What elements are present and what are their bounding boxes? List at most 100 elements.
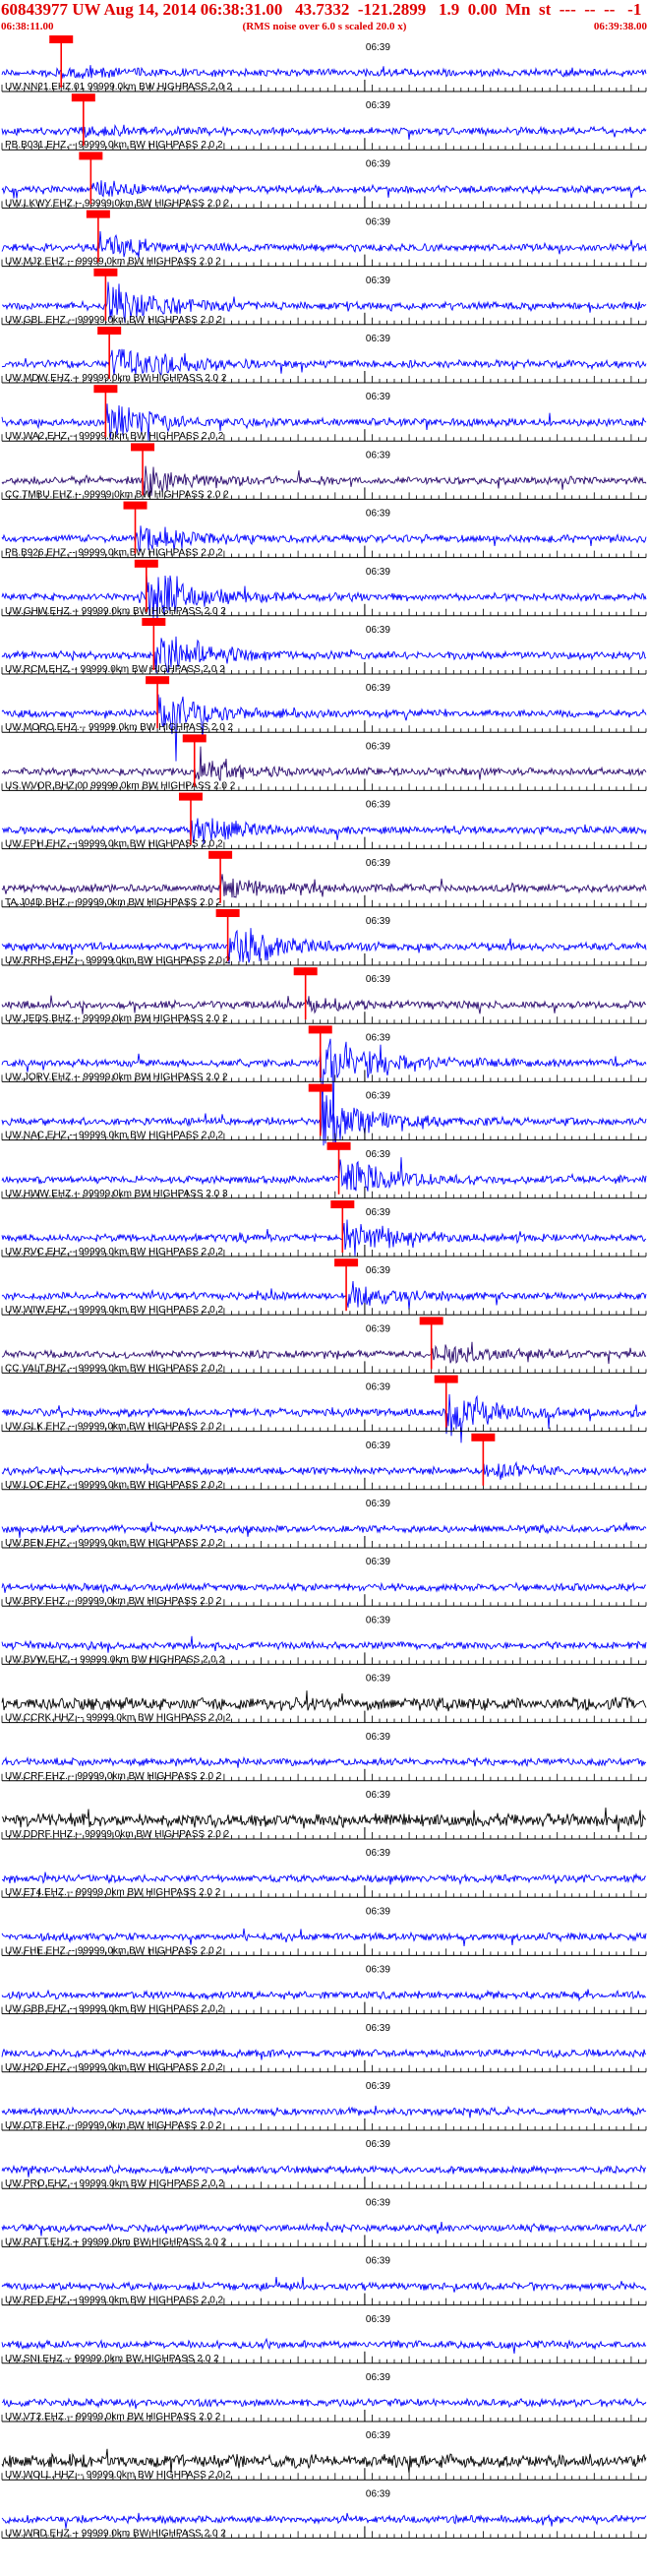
end-time: 06:39:38.00	[593, 21, 647, 32]
station-label: UW.RCM.EHZ.-- 99999.0km BW HIGHPASS 2.0 …	[5, 664, 225, 675]
trace-waveform	[1, 180, 647, 199]
minute-label: 06:39	[366, 1265, 390, 1276]
station-label: UW.NAC.EHZ.-- 99999.0km BW HIGHPASS 2.0 …	[5, 1131, 224, 1141]
trace-waveform	[1, 2337, 647, 2354]
station-label: US.WVOR.BHZ.00 99999.0km BW HIGHPASS 2.0…	[5, 780, 236, 791]
minute-label: 06:39	[366, 2256, 390, 2267]
trace-waveform	[1, 2164, 647, 2177]
minute-label: 06:39	[366, 2430, 390, 2441]
station-label: UW.GLK.EHZ.-- 99999.0km BW HIGHPASS 2.0 …	[5, 1422, 222, 1433]
trace-waveform	[1, 1928, 647, 1946]
trace-waveform	[1, 1871, 647, 1885]
station-label: UW.WIW.EHZ.-- 99999.0km BW HIGHPASS 2.0 …	[5, 1305, 224, 1316]
minute-label: 06:39	[366, 1091, 390, 1102]
minute-label: 06:39	[366, 2081, 390, 2092]
minute-label: 06:39	[366, 1032, 390, 1043]
minute-label: 06:39	[366, 683, 390, 694]
station-label: UW.BRV.EHZ.-- 99999.0km BW HIGHPASS 2.0 …	[5, 1596, 222, 1607]
minute-label: 06:39	[366, 1557, 390, 1567]
station-label: UW.WRD.EHZ.-- 99999.0km BW HIGHPASS 2.0 …	[5, 2528, 226, 2539]
station-label: PB.B926.EHZ.-- 99999.0km BW HIGHPASS 2.0…	[5, 548, 223, 559]
station-label: PB.B031.EHZ.-- 99999.0km BW HIGHPASS 2.0…	[5, 140, 223, 151]
minute-label: 06:39	[366, 2023, 390, 2034]
trace-waveform	[1, 1521, 647, 1538]
minute-label: 06:39	[366, 2372, 390, 2383]
minute-label: 06:39	[366, 625, 390, 636]
station-label: UW.H2O.EHZ.-- 99999.0km BW HIGHPASS 2.0 …	[5, 2062, 223, 2073]
minute-label: 06:39	[366, 1323, 390, 1334]
trace-waveform	[1, 1157, 647, 1192]
minute-label: 06:39	[366, 158, 390, 169]
station-label: UW.JORV.EHZ.-- 99999.0km BW HIGHPASS 2.0…	[5, 1072, 228, 1082]
trace-waveform	[1, 1635, 647, 1653]
trace-waveform	[1, 65, 647, 80]
trace-waveform	[1, 2277, 647, 2293]
trace-waveform	[1, 124, 647, 140]
minute-label: 06:39	[366, 2197, 390, 2208]
minute-label: 06:39	[366, 392, 390, 402]
minute-label: 06:39	[366, 1790, 390, 1801]
station-label: UW.GBB.EHZ.-- 99999.0km BW HIGHPASS 2.0 …	[5, 2004, 224, 2015]
station-label: UW.HWW.EHZ.-- 99999.0km BW HIGHPASS 2.0 …	[5, 1189, 228, 1199]
trace-waveform	[1, 1690, 647, 1712]
station-label: UW.RRHS.EHZ.-- 99999.0km BW HIGHPASS 2.0…	[5, 955, 231, 966]
minute-label: 06:39	[366, 1499, 390, 1509]
station-label: UW.CCRK.HHZ.-- 99999.0km BW HIGHPASS 2.0…	[5, 1713, 231, 1724]
station-label: UW.CRF.EHZ.-- 99999.0km BW HIGHPASS 2.0 …	[5, 1771, 222, 1782]
minute-label: 06:39	[366, 741, 390, 752]
station-label: UW.GBL.EHZ.-- 99999.0km BW HIGHPASS 2.0 …	[5, 315, 222, 326]
minute-label: 06:39	[366, 1149, 390, 1160]
station-label: UW.SNI.EHZ.-- 99999.0km BW HIGHPASS 2.0 …	[5, 2354, 219, 2364]
trace-waveform	[1, 1989, 647, 2002]
station-label: UW.GHW.EHZ.-- 99999.0km BW HIGHPASS 2.0 …	[5, 606, 226, 617]
station-label: UW.LKWY.EHZ.-- 99999.0km BW HIGHPASS 2.0…	[5, 198, 229, 209]
trace-waveform	[1, 1341, 647, 1365]
station-label: UW.WA2.EHZ.-- 99999.0km BW HIGHPASS 2.0 …	[5, 431, 224, 442]
trace-waveform	[1, 2397, 647, 2410]
station-label: UW.RVC.EHZ.-- 99999.0km BW HIGHPASS 2.0 …	[5, 1247, 223, 1257]
page-title: 60843977 UW Aug 14, 2014 06:38:31.00 43.…	[1, 0, 642, 19]
trace-waveform	[1, 1393, 647, 1443]
minute-label: 06:39	[366, 100, 390, 111]
minute-label: 06:39	[366, 567, 390, 578]
station-label: UW.MDW.EHZ.-- 99999.0km BW HIGHPASS 2.0 …	[5, 373, 227, 384]
trace-waveform	[1, 1460, 647, 1480]
trace-waveform	[1, 1581, 647, 1594]
station-label: UW.RED.EHZ.-- 99999.0km BW HIGHPASS 2.0 …	[5, 2296, 224, 2306]
station-label: UW.PRO.EHZ.-- 99999.0km BW HIGHPASS 2.0 …	[5, 2178, 224, 2189]
minute-label: 06:39	[366, 1965, 390, 1976]
minute-label: 06:39	[366, 1848, 390, 1859]
minute-label: 06:39	[366, 800, 390, 811]
trace-waveform	[1, 995, 646, 1014]
minute-label: 06:39	[366, 974, 390, 985]
station-label: UW.RATT.EHZ.-- 99999.0km BW HIGHPASS 2.0…	[5, 2237, 227, 2247]
station-label: UW.MORO.EHZ.-- 99999.0km BW HIGHPASS 2.0…	[5, 722, 234, 733]
trace-waveform	[1, 2512, 647, 2529]
minute-label: 06:39	[366, 276, 390, 286]
minute-label: 06:39	[366, 1674, 390, 1685]
minute-label: 06:39	[366, 1382, 390, 1393]
trace-waveform	[1, 1755, 647, 1768]
station-label: UW.BEN.EHZ.-- 99999.0km BW HIGHPASS 2.0 …	[5, 1538, 223, 1549]
trace-waveform	[1, 348, 647, 376]
station-label: UW.ET4.EHZ.-- 99999.0km BW HIGHPASS 2.0 …	[5, 1887, 221, 1898]
minute-label: 06:39	[366, 916, 390, 927]
trace-waveform	[1, 2048, 647, 2060]
minute-label: 06:39	[366, 450, 390, 460]
minute-label: 06:39	[366, 2139, 390, 2150]
minute-label: 06:39	[366, 1906, 390, 1917]
minute-label: 06:39	[366, 1441, 390, 1451]
minute-label: 06:39	[366, 1615, 390, 1625]
minute-label: 06:39	[366, 1207, 390, 1218]
trace-waveform	[1, 2105, 647, 2118]
trace-waveform	[1, 746, 647, 781]
minute-label: 06:39	[366, 217, 390, 228]
station-label: UW.VT2.EHZ.-- 99999.0km BW HIGHPASS 2.0 …	[5, 2412, 221, 2423]
minute-label: 06:39	[366, 509, 390, 520]
station-label: TA.J04D.BHZ.-- 99999.0km BW HIGHPASS 2.0…	[5, 897, 222, 908]
station-label: UW.BVW.EHZ.-- 99999.0km BW HIGHPASS 2.0 …	[5, 1654, 225, 1665]
scale-note: (RMS noise over 6.0 s scaled 20.0 x)	[242, 21, 407, 32]
minute-label: 06:39	[366, 1732, 390, 1743]
station-label: UW.MJ2.EHZ.-- 99999.0km BW HIGHPASS 2.0 …	[5, 257, 221, 268]
trace-waveform	[1, 2221, 647, 2237]
